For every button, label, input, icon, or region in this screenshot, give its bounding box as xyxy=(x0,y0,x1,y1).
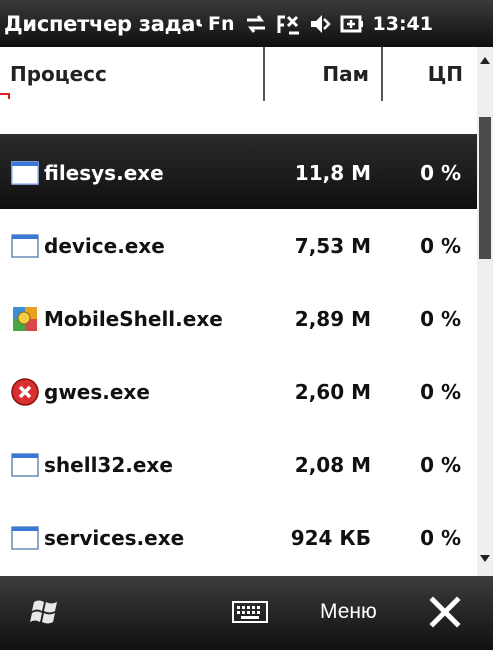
process-cpu: 0 % xyxy=(420,379,461,404)
process-row[interactable]: MobileShell.exe 2,89 М 0 % xyxy=(0,282,477,355)
header-process[interactable]: Процесс xyxy=(0,47,265,101)
window-icon xyxy=(11,525,39,550)
process-name: filesys.exe xyxy=(44,160,164,185)
header-memory-label: Пам xyxy=(322,62,369,86)
process-name-cell: device.exe xyxy=(0,231,265,261)
close-icon[interactable] xyxy=(428,595,462,629)
scrollbar-thumb[interactable] xyxy=(479,117,491,259)
clock: 13:41 xyxy=(372,12,433,35)
windows-start-icon[interactable] xyxy=(28,596,62,628)
scroll-down-arrow-icon[interactable] xyxy=(480,555,490,562)
process-name-cell: services.exe xyxy=(0,523,265,553)
header-cpu-label: ЦП xyxy=(427,62,463,86)
annotation-marker xyxy=(0,93,10,99)
mobileshell-icon xyxy=(13,306,37,331)
process-memory: 2,60 М xyxy=(294,379,371,404)
process-memory: 7,53 М xyxy=(294,233,371,258)
process-cpu: 0 % xyxy=(420,233,461,258)
process-cpu: 0 % xyxy=(420,160,461,185)
process-row[interactable]: device.exe 7,53 М 0 % xyxy=(0,209,477,282)
process-memory: 11,8 М xyxy=(294,160,371,185)
error-icon xyxy=(11,377,39,406)
process-row[interactable]: gwes.exe 2,60 М 0 % xyxy=(0,355,477,428)
process-name: shell32.exe xyxy=(44,452,173,477)
process-cpu: 0 % xyxy=(420,525,461,550)
window-icon xyxy=(11,160,39,185)
window-icon xyxy=(11,233,39,258)
process-memory: 924 КБ xyxy=(290,525,371,550)
process-cpu: 0 % xyxy=(420,306,461,331)
header-process-label: Процесс xyxy=(10,62,107,86)
window-icon xyxy=(11,452,39,477)
column-header: Процесс Пам ЦП xyxy=(0,47,477,136)
connectivity-icon[interactable] xyxy=(243,11,269,37)
process-name-cell: gwes.exe xyxy=(0,377,265,407)
process-row[interactable]: filesys.exe 11,8 М 0 % xyxy=(0,136,477,209)
header-memory[interactable]: Пам xyxy=(265,47,383,101)
keyboard-icon[interactable] xyxy=(232,601,268,623)
process-name: device.exe xyxy=(44,233,165,258)
app-title: Диспетчер задач xyxy=(4,11,202,36)
process-name-cell: filesys.exe xyxy=(0,158,265,188)
process-memory: 2,08 М xyxy=(294,452,371,477)
process-name: MobileShell.exe xyxy=(44,306,223,331)
process-name: gwes.exe xyxy=(44,379,150,404)
scrollbar[interactable] xyxy=(477,47,493,576)
process-row[interactable]: services.exe 924 КБ 0 % xyxy=(0,501,477,574)
process-list[interactable]: filesys.exe 11,8 М0 % device.exe 7,53 М0 % M… xyxy=(0,136,477,576)
process-memory: 2,89 М xyxy=(294,306,371,331)
status-bar: Диспетчер задач Fn 13:41 xyxy=(0,0,493,47)
process-row[interactable]: shell32.exe 2,08 М 0 % xyxy=(0,428,477,501)
fn-indicator: Fn xyxy=(208,12,235,35)
process-name: services.exe xyxy=(44,525,185,550)
process-cpu: 0 % xyxy=(420,452,461,477)
scroll-up-arrow-icon[interactable] xyxy=(480,57,490,64)
bottom-bar: Меню xyxy=(0,576,493,650)
menu-button[interactable]: Меню xyxy=(320,600,377,624)
process-name-cell: MobileShell.exe xyxy=(0,304,265,334)
process-name-cell: shell32.exe xyxy=(0,450,265,480)
header-cpu[interactable]: ЦП xyxy=(383,47,477,101)
volume-off-icon[interactable] xyxy=(307,11,333,37)
battery-charging-icon[interactable] xyxy=(339,11,365,37)
signal-off-icon[interactable] xyxy=(275,11,301,37)
